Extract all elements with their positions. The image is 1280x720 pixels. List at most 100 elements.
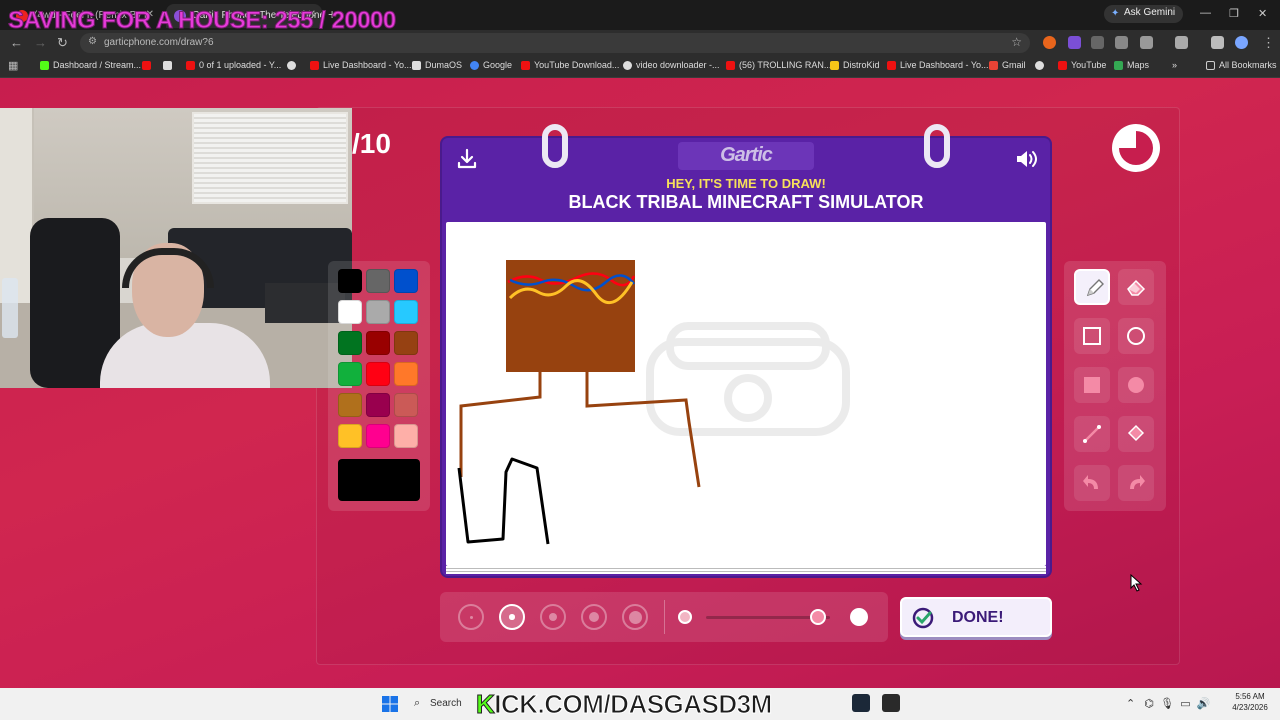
brush-size-option[interactable]: [622, 604, 648, 630]
bookmark-icon: [623, 61, 632, 70]
color-swatch[interactable]: [338, 424, 362, 448]
color-swatch[interactable]: [366, 424, 390, 448]
color-swatch[interactable]: [394, 424, 418, 448]
bookmark-label: Maps: [1127, 60, 1150, 70]
bookmark-item[interactable]: YouTube Download...: [521, 60, 619, 70]
close-window-icon[interactable]: ✕: [1258, 7, 1267, 20]
extension-icon[interactable]: [1043, 36, 1056, 49]
bookmark-icon: [163, 61, 172, 70]
color-swatch[interactable]: [394, 331, 418, 355]
windows-start-icon[interactable]: [382, 696, 398, 712]
bookmark-label: YouTube: [1071, 60, 1107, 70]
color-swatch[interactable]: [366, 300, 390, 324]
bookmark-item[interactable]: DumaOS: [412, 60, 462, 70]
bookmark-item[interactable]: video downloader -...: [623, 60, 720, 70]
windows-taskbar: ⌕ Search KICK.COM/DASGASD3M ⌃ ⌬ 🎙 ▭ 🔊 5:…: [0, 688, 1280, 720]
steam-icon[interactable]: [852, 694, 870, 712]
bookmark-item[interactable]: Dashboard / Stream...: [40, 60, 141, 70]
extension-icon[interactable]: [1068, 36, 1081, 49]
bookmark-item[interactable]: Maps: [1114, 60, 1149, 70]
color-swatch[interactable]: [394, 300, 418, 324]
site-info-icon[interactable]: ⚙: [88, 36, 97, 47]
tray-overflow-icon[interactable]: ⌃: [1126, 698, 1135, 710]
brush-size-option[interactable]: [581, 604, 607, 630]
system-tray[interactable]: ⌃ ⌬ 🎙 ▭ 🔊: [1126, 697, 1210, 710]
display-icon[interactable]: ▭: [1180, 698, 1190, 710]
ask-gemini-label: Ask Gemini: [1124, 7, 1176, 18]
bookmark-star-icon[interactable]: ☆: [1011, 35, 1022, 49]
undo-icon[interactable]: [1074, 465, 1110, 501]
extension-icon[interactable]: [1115, 36, 1128, 49]
eraser-icon[interactable]: [1118, 269, 1154, 305]
ask-gemini-button[interactable]: ✦ Ask Gemini: [1104, 5, 1184, 23]
apps-grid-icon[interactable]: ▦: [8, 59, 18, 72]
circle-outline-icon[interactable]: [1118, 318, 1154, 354]
check-icon: [912, 607, 934, 629]
bookmark-item[interactable]: 0 of 1 uploaded - Y...: [186, 60, 281, 70]
color-swatch[interactable]: [394, 393, 418, 417]
color-swatch[interactable]: [338, 393, 362, 417]
network-icon[interactable]: ⌬: [1144, 698, 1154, 710]
minimize-icon[interactable]: —: [1200, 7, 1211, 19]
maps-icon: [1114, 61, 1123, 70]
microphone-icon[interactable]: 🎙: [1160, 698, 1174, 710]
brush-size-dot: [628, 610, 642, 624]
bookmark-label: Dashboard / Stream...: [53, 60, 142, 70]
brush-size-option[interactable]: [458, 604, 484, 630]
menu-kebab-icon[interactable]: ⋮: [1262, 35, 1275, 51]
restore-icon[interactable]: ❐: [1229, 7, 1239, 20]
back-icon[interactable]: ←: [10, 35, 23, 50]
drawing-tools-panel: [1064, 261, 1166, 511]
bookmark-item[interactable]: (56) TROLLING RAN...: [726, 60, 831, 70]
color-palette: [328, 261, 430, 511]
forward-icon[interactable]: →: [34, 35, 47, 50]
speaker-icon[interactable]: [1014, 148, 1040, 175]
all-bookmarks[interactable]: All Bookmarks: [1206, 60, 1277, 70]
redo-icon[interactable]: [1118, 465, 1154, 501]
bookmark-item[interactable]: Gmail: [989, 60, 1026, 70]
rectangle-filled-icon[interactable]: [1074, 367, 1110, 403]
bookmark-item[interactable]: Live Dashboard - Yo...: [887, 60, 989, 70]
color-swatch[interactable]: [338, 300, 362, 324]
color-swatch[interactable]: [338, 331, 362, 355]
profile-avatar[interactable]: [1235, 36, 1248, 49]
bookmark-item[interactable]: YouTube: [1058, 60, 1106, 70]
bookmark-item[interactable]: Google: [470, 60, 512, 70]
brush-size-option[interactable]: [499, 604, 525, 630]
fill-bucket-icon[interactable]: [1118, 416, 1154, 452]
download-icon[interactable]: [456, 148, 478, 175]
reload-icon[interactable]: ↻: [57, 35, 68, 51]
cast-icon[interactable]: [1175, 36, 1188, 49]
brush-size-option[interactable]: [540, 604, 566, 630]
done-button[interactable]: DONE!: [900, 597, 1052, 637]
browser-tab-bar: (4wd - Feel It (Remix By L ✕ Gartic Phon…: [0, 0, 1280, 35]
color-swatch[interactable]: [394, 362, 418, 386]
color-swatch[interactable]: [366, 331, 390, 355]
extensions-puzzle-icon[interactable]: [1140, 36, 1153, 49]
color-swatch[interactable]: [366, 362, 390, 386]
color-swatch[interactable]: [394, 269, 418, 293]
url-bar[interactable]: ⚙ garticphone.com/draw?6 ☆: [80, 33, 1030, 53]
color-swatch[interactable]: [338, 362, 362, 386]
circle-filled-icon[interactable]: [1118, 367, 1154, 403]
rectangle-outline-icon[interactable]: [1074, 318, 1110, 354]
drawing-canvas[interactable]: [446, 222, 1046, 566]
pencil-icon[interactable]: [1074, 269, 1110, 305]
line-icon[interactable]: [1074, 416, 1110, 452]
color-swatch[interactable]: [366, 393, 390, 417]
download-icon[interactable]: [1211, 36, 1224, 49]
bookmark-item[interactable]: Live Dashboard - Yo...: [310, 60, 412, 70]
epic-games-icon[interactable]: [882, 694, 900, 712]
color-swatch[interactable]: [366, 269, 390, 293]
bookmark-item[interactable]: DistroKid: [830, 60, 880, 70]
brush-size-dot: [549, 613, 557, 621]
bookmark-label: Live Dashboard - Yo...: [323, 60, 412, 70]
taskbar-clock[interactable]: 5:56 AM 4/23/2026: [1228, 691, 1272, 713]
color-swatch[interactable]: [338, 269, 362, 293]
kick-banner-text: ICK.COM/DASGASD3M: [494, 689, 773, 720]
bookmark-icon: [830, 61, 839, 70]
opacity-slider-handle[interactable]: [809, 609, 826, 625]
extension-icon[interactable]: [1091, 36, 1104, 49]
volume-icon[interactable]: 🔊: [1197, 698, 1211, 710]
bookmarks-overflow-icon[interactable]: »: [1172, 60, 1177, 70]
